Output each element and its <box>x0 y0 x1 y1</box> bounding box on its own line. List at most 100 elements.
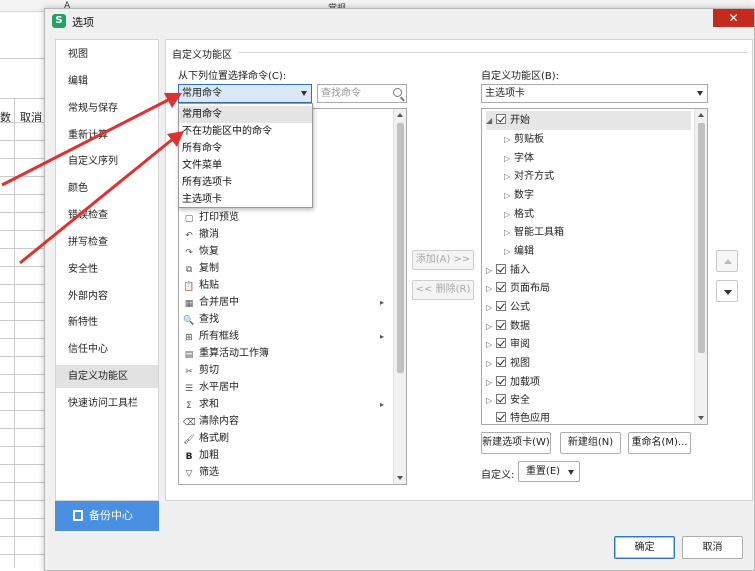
list-item[interactable]: ☰ 水平居中 <box>183 379 239 396</box>
dropdown-option[interactable]: 所有命令 <box>179 140 312 157</box>
collapsed-icon[interactable]: ▷ <box>486 317 496 336</box>
list-item[interactable]: ⧉ 复制 <box>183 260 219 277</box>
tree-node[interactable]: ▷ 格式 <box>504 205 534 224</box>
scroll-thumb[interactable] <box>397 123 404 373</box>
tree-node[interactable]: ▷ 加载项 <box>486 373 540 392</box>
collapsed-icon[interactable]: ▷ <box>504 130 514 149</box>
checkbox[interactable] <box>496 394 506 404</box>
dropdown-option[interactable]: 常用命令 <box>179 106 312 123</box>
tree-node[interactable]: ▷ 页面布局 <box>486 279 550 298</box>
tree-node[interactable]: ▷ 智能工具箱 <box>504 223 564 242</box>
checkbox[interactable] <box>496 114 506 124</box>
backup-center-button[interactable]: 备份中心 <box>55 501 159 531</box>
list-item[interactable]: ▦ 合并居中 <box>183 294 393 311</box>
new-group-button[interactable]: 新建组(N) <box>560 432 621 454</box>
checkbox[interactable] <box>496 412 506 422</box>
new-tab-button[interactable]: 新建选项卡(W) <box>481 432 551 454</box>
tree-node[interactable]: ▷特色应用 <box>486 409 550 424</box>
move-up-button[interactable] <box>716 250 738 272</box>
nav-item-customize-ribbon[interactable]: 自定义功能区 <box>56 365 158 388</box>
nav-item-trust-center[interactable]: 信任中心 <box>56 338 158 361</box>
nav-item-security[interactable]: 安全性 <box>56 258 158 281</box>
nav-item-quick-access[interactable]: 快速访问工具栏 <box>56 392 158 415</box>
list-item[interactable]: 📋 粘贴 <box>183 277 219 294</box>
nav-item-general-save[interactable]: 常规与保存 <box>56 97 158 120</box>
ribbon-tree[interactable]: ◢ 开始 ▷ 剪贴板 ▷ 字体 ▷ 对齐方式 ▷ 数字 ▷ 格式 ▷ 智能工具箱 ▷ 编辑 ▷ 插… <box>481 108 708 425</box>
nav-item-external-content[interactable]: 外部内容 <box>56 285 158 308</box>
command-source-combo[interactable]: 常用命令 <box>178 84 312 103</box>
nav-item-view[interactable]: 视图 <box>56 43 158 66</box>
tree-node[interactable]: ▷ 对齐方式 <box>504 167 554 186</box>
search-command-input[interactable]: 查找命令 <box>317 84 407 103</box>
collapsed-icon[interactable]: ▷ <box>486 298 496 317</box>
collapsed-icon[interactable]: ▷ <box>486 261 496 280</box>
tree-node-home[interactable]: ◢ 开始 <box>486 111 691 130</box>
list-item[interactable]: 🖌 格式刷 <box>183 430 229 447</box>
list-item[interactable]: ⌫ 清除内容 <box>183 413 239 430</box>
collapsed-icon[interactable]: ▷ <box>504 186 514 205</box>
tree-node[interactable]: ▷ 数据 <box>486 317 530 336</box>
list-item[interactable]: ▤ 重算活动工作簿 <box>183 345 269 362</box>
collapsed-icon[interactable]: ▷ <box>504 149 514 168</box>
nav-item-spell-check[interactable]: 拼写检查 <box>56 231 158 254</box>
nav-item-custom-list[interactable]: 自定义序列 <box>56 150 158 173</box>
reset-button[interactable]: 重置(E) <box>518 461 580 482</box>
nav-item-recalc[interactable]: 重新计算 <box>56 124 158 147</box>
checkbox[interactable] <box>496 357 506 367</box>
tree-scrollbar[interactable] <box>694 109 707 424</box>
scroll-up-icon[interactable] <box>698 113 704 117</box>
scroll-up-icon[interactable] <box>397 113 403 117</box>
dropdown-option[interactable]: 文件菜单 <box>179 157 312 174</box>
command-source-dropdown[interactable]: 常用命令 不在功能区中的命令 所有命令 文件菜单 所有选项卡 主选项卡 <box>178 103 313 208</box>
collapsed-icon[interactable]: ▷ <box>504 223 514 242</box>
ok-button[interactable]: 确定 <box>614 536 675 559</box>
collapsed-icon[interactable]: ▷ <box>504 205 514 224</box>
list-item[interactable]: B 加粗 <box>183 447 219 464</box>
dropdown-option[interactable]: 不在功能区中的命令 <box>179 123 312 140</box>
nav-item-color[interactable]: 颜色 <box>56 177 158 200</box>
tree-node[interactable]: ▷ 编辑 <box>504 242 534 261</box>
collapsed-icon[interactable]: ▷ <box>486 373 496 392</box>
list-item[interactable]: 🔍 查找 <box>183 311 219 328</box>
collapsed-icon[interactable]: ▷ <box>486 391 496 410</box>
collapsed-icon[interactable]: ▷ <box>486 279 496 298</box>
list-item[interactable]: Σ 求和 <box>183 396 393 413</box>
nav-item-edit[interactable]: 编辑 <box>56 70 158 93</box>
checkbox[interactable] <box>496 282 506 292</box>
list-item[interactable]: ↷ 恢复 <box>183 243 219 260</box>
list-item[interactable]: ▢ 打印预览 <box>183 209 239 226</box>
checkbox[interactable] <box>496 264 506 274</box>
list-item[interactable]: ✂ 剪切 <box>183 362 219 379</box>
dropdown-option[interactable]: 所有选项卡 <box>179 174 312 191</box>
add-button[interactable]: 添加(A) >> <box>412 250 474 270</box>
list-item[interactable]: ⊞ 所有框线 <box>183 328 393 345</box>
expanded-icon[interactable]: ◢ <box>486 111 496 130</box>
tree-node[interactable]: ▷ 视图 <box>486 354 530 373</box>
list-item[interactable]: ↶ 撤消 <box>183 226 219 243</box>
tree-node[interactable]: ▷ 审阅 <box>486 335 530 354</box>
nav-item-new-features[interactable]: 新特性 <box>56 311 158 334</box>
scroll-thumb[interactable] <box>698 123 705 353</box>
commands-scrollbar[interactable] <box>393 109 406 484</box>
tree-node[interactable]: ▷ 插入 <box>486 261 530 280</box>
collapsed-icon[interactable]: ▷ <box>486 354 496 373</box>
checkbox[interactable] <box>496 301 506 311</box>
tree-node[interactable]: ▷ 字体 <box>504 149 534 168</box>
tree-node[interactable]: ▷ 剪贴板 <box>504 130 544 149</box>
checkbox[interactable] <box>496 376 506 386</box>
checkbox[interactable] <box>496 338 506 348</box>
dropdown-option[interactable]: 主选项卡 <box>179 191 312 208</box>
collapsed-icon[interactable]: ▷ <box>486 335 496 354</box>
move-down-button[interactable] <box>716 280 738 302</box>
close-button[interactable]: ✕ <box>713 9 754 27</box>
tree-node[interactable]: ▷ 公式 <box>486 298 530 317</box>
nav-item-error-check[interactable]: 错误检查 <box>56 204 158 227</box>
ribbon-tabs-combo[interactable]: 主选项卡 <box>481 84 708 103</box>
tree-node[interactable]: ▷ 安全 <box>486 391 530 410</box>
list-item[interactable]: ▽ 筛选 <box>183 464 219 481</box>
collapsed-icon[interactable]: ▷ <box>504 167 514 186</box>
scroll-down-icon[interactable] <box>397 476 403 480</box>
remove-button[interactable]: << 删除(R) <box>412 280 474 300</box>
cancel-button[interactable]: 取消 <box>682 536 743 559</box>
rename-button[interactable]: 重命名(M)... <box>628 432 691 454</box>
